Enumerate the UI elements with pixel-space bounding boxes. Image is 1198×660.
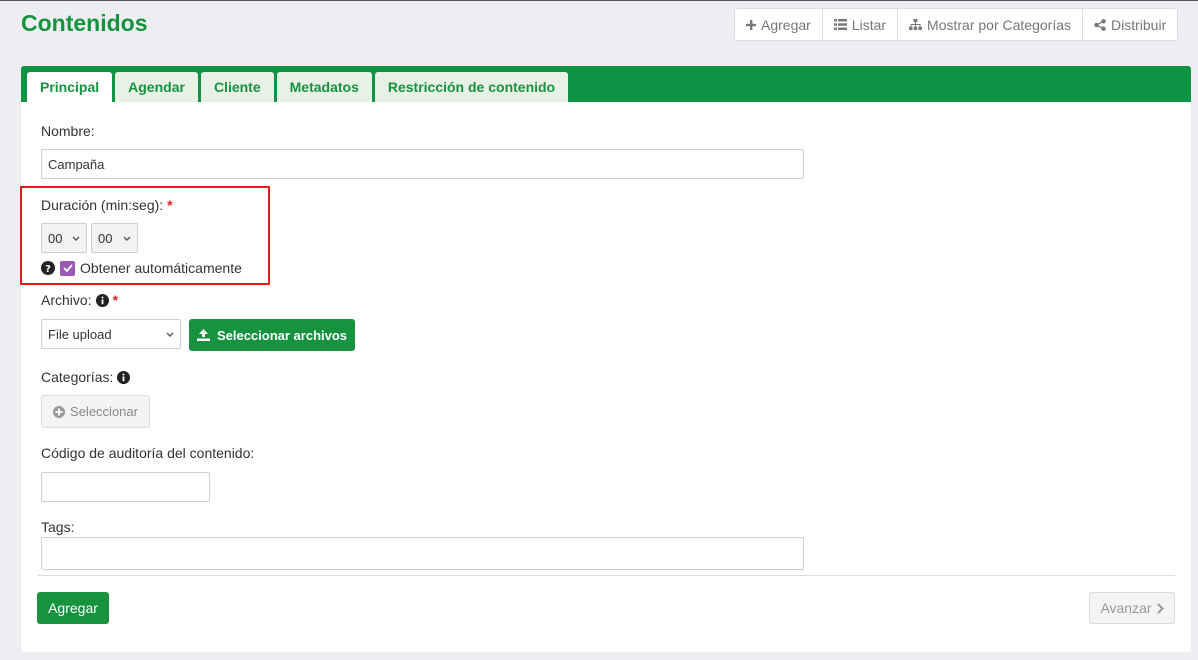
- categorias-label-text: Categorías:: [41, 369, 114, 385]
- tab-principal[interactable]: Principal: [27, 72, 113, 102]
- categorias-select-button[interactable]: Seleccionar: [41, 395, 150, 428]
- share-icon: [1094, 18, 1106, 31]
- tab-bar: Principal Agendar Cliente Metadatos Rest…: [21, 66, 1191, 102]
- archivo-source-select[interactable]: File upload: [41, 319, 181, 349]
- toolbar-list-label: Listar: [851, 16, 887, 33]
- nombre-label-text: Nombre:: [41, 123, 95, 139]
- info-circle-icon: [95, 293, 109, 307]
- tab-agendar[interactable]: Agendar: [115, 72, 198, 102]
- nombre-label: Nombre:: [41, 123, 95, 139]
- toolbar-distribute-label: Distribuir: [1111, 16, 1167, 33]
- toolbar-distribute-button[interactable]: Distribuir: [1083, 9, 1177, 40]
- toolbar-add-button[interactable]: Agregar: [735, 9, 823, 40]
- select-files-label: Seleccionar archivos: [216, 327, 348, 343]
- content-form-panel: Principal Agendar Cliente Metadatos Rest…: [20, 66, 1191, 652]
- tab-restriccion[interactable]: Restricción de contenido: [374, 72, 569, 102]
- auto-duration-checkbox[interactable]: [60, 260, 75, 276]
- select-files-button[interactable]: Seleccionar archivos: [189, 319, 355, 351]
- toolbar-add-label: Agregar: [761, 16, 811, 33]
- nombre-input-value: Campaña: [48, 156, 105, 172]
- upload-icon: [196, 329, 210, 341]
- duracion-seg-value: 00: [98, 230, 113, 246]
- archivo-source-value: File upload: [48, 326, 112, 342]
- form-divider: [38, 575, 1175, 576]
- chevron-down-icon: [72, 236, 80, 241]
- duracion-required-mark: *: [167, 197, 173, 213]
- categorias-select-label: Seleccionar: [70, 404, 138, 419]
- archivo-required-mark: *: [112, 292, 119, 308]
- duracion-label-text: Duración (min:seg):: [41, 197, 164, 213]
- next-label: Avanzar: [1100, 600, 1152, 616]
- auto-duration-label: Obtener automáticamente: [80, 260, 242, 276]
- list-icon: [833, 19, 847, 30]
- archivo-label: Archivo: *: [41, 292, 118, 308]
- chevron-right-icon: [1156, 602, 1164, 614]
- submit-add-button[interactable]: Agregar: [37, 592, 109, 624]
- auditoria-input[interactable]: [41, 472, 210, 502]
- categorias-label: Categorías:: [41, 369, 131, 385]
- plus-circle-icon: [53, 405, 66, 418]
- duracion-min-select[interactable]: 00: [41, 223, 87, 253]
- plus-icon: [746, 19, 756, 30]
- archivo-label-text: Archivo:: [41, 292, 92, 308]
- tags-label: Tags:: [41, 519, 74, 535]
- question-circle-icon[interactable]: ?: [41, 261, 55, 275]
- svg-text:?: ?: [45, 264, 51, 275]
- page-title: Contenidos: [21, 10, 148, 36]
- tab-metadatos[interactable]: Metadatos: [276, 72, 372, 102]
- auto-duration-row: ? Obtener automáticamente: [41, 260, 242, 276]
- header-toolbar: Agregar Listar Mostrar por Categorías Di…: [734, 8, 1179, 41]
- duracion-seg-select[interactable]: 00: [91, 223, 138, 253]
- nombre-input[interactable]: Campaña: [41, 149, 804, 179]
- auditoria-label: Código de auditoría del contenido:: [41, 445, 254, 461]
- duracion-min-value: 00: [48, 230, 63, 246]
- toolbar-categories-button[interactable]: Mostrar por Categorías: [898, 9, 1083, 40]
- auditoria-label-text: Código de auditoría del contenido:: [41, 445, 255, 461]
- tags-label-text: Tags:: [41, 519, 75, 535]
- tab-cliente[interactable]: Cliente: [200, 72, 274, 102]
- sitemap-icon: [909, 19, 922, 30]
- chevron-down-icon: [166, 332, 174, 337]
- duracion-label: Duración (min:seg): *: [41, 197, 173, 213]
- toolbar-list-button[interactable]: Listar: [823, 9, 899, 40]
- tags-input[interactable]: [41, 537, 804, 570]
- toolbar-categories-label: Mostrar por Categorías: [927, 16, 1071, 33]
- next-button[interactable]: Avanzar: [1089, 592, 1175, 624]
- checkmark-icon: [62, 264, 73, 272]
- submit-add-label: Agregar: [48, 600, 98, 616]
- info-circle-icon: [117, 370, 131, 384]
- window-top-border: [0, 0, 1198, 1]
- chevron-down-icon: [123, 236, 131, 241]
